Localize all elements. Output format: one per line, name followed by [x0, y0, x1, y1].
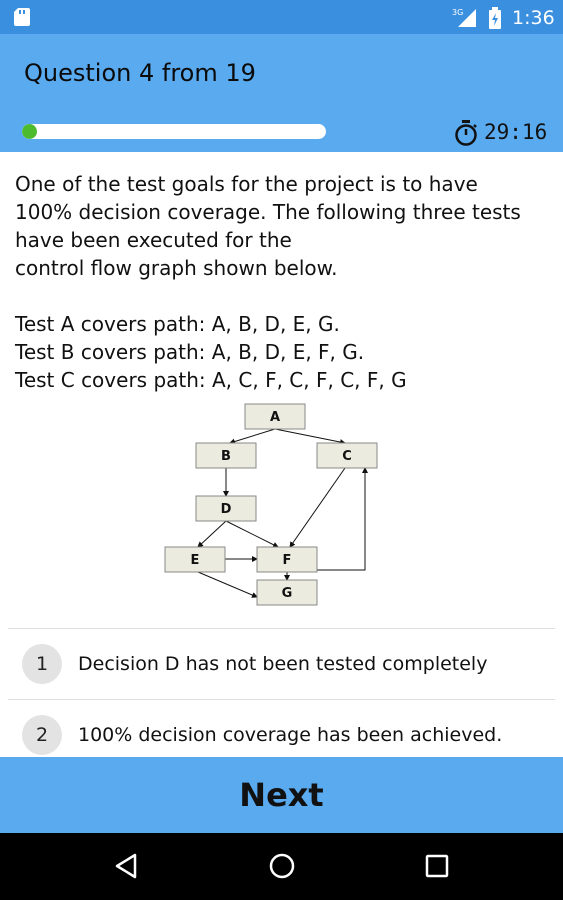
battery-icon	[489, 7, 501, 29]
node-label-c: C	[342, 449, 352, 464]
test-line: Test C covers path: A, C, F, C, F, C, F,…	[15, 368, 407, 392]
node-label-d: D	[221, 502, 232, 517]
question-line: have been executed for the	[15, 228, 292, 252]
question-line: One of the test goals for the project is…	[15, 172, 478, 196]
answer-option-1[interactable]: 1 Decision D has not been tested complet…	[8, 628, 555, 699]
progress-bar	[22, 124, 326, 139]
node-label-f: F	[283, 553, 292, 568]
answer-number-badge: 1	[22, 644, 62, 684]
next-button-label: Next	[239, 776, 324, 814]
svg-text:3G: 3G	[452, 8, 463, 17]
answer-text: Decision D has not been tested completel…	[78, 653, 488, 675]
status-time: 1:36	[512, 7, 555, 29]
node-label-b: B	[221, 449, 231, 464]
next-button[interactable]: Next	[0, 757, 563, 833]
stopwatch-icon	[455, 120, 477, 146]
test-line: Test B covers path: A, B, D, E, F, G.	[15, 340, 365, 364]
home-icon[interactable]	[267, 851, 297, 881]
page-title: Question 4 from 19	[24, 59, 256, 87]
status-bar: 3G 1:36	[0, 0, 563, 34]
question-line: control flow graph shown below.	[15, 256, 338, 280]
timer-value: 29:16	[484, 120, 548, 144]
signal-icon: 3G	[452, 8, 476, 27]
question-header: Question 4 from 19 29:16	[0, 34, 563, 152]
back-icon[interactable]	[113, 851, 139, 881]
sd-card-icon	[14, 8, 30, 26]
node-label-e: E	[191, 553, 200, 568]
question-text: One of the test goals for the project is…	[15, 170, 550, 394]
system-nav-bar	[0, 833, 563, 900]
node-label-g: G	[282, 586, 293, 601]
control-flow-graph: A B C D E F G	[164, 403, 378, 606]
recent-apps-icon[interactable]	[423, 851, 451, 881]
graph-node	[164, 403, 378, 606]
question-line: 100% decision coverage. The following th…	[15, 200, 521, 224]
answer-text: 100% decision coverage has been achieved…	[78, 724, 503, 746]
progress-fill	[22, 124, 38, 139]
test-line: Test A covers path: A, B, D, E, G.	[15, 312, 340, 336]
node-label-a: A	[270, 410, 280, 425]
answer-number-badge: 2	[22, 715, 62, 755]
